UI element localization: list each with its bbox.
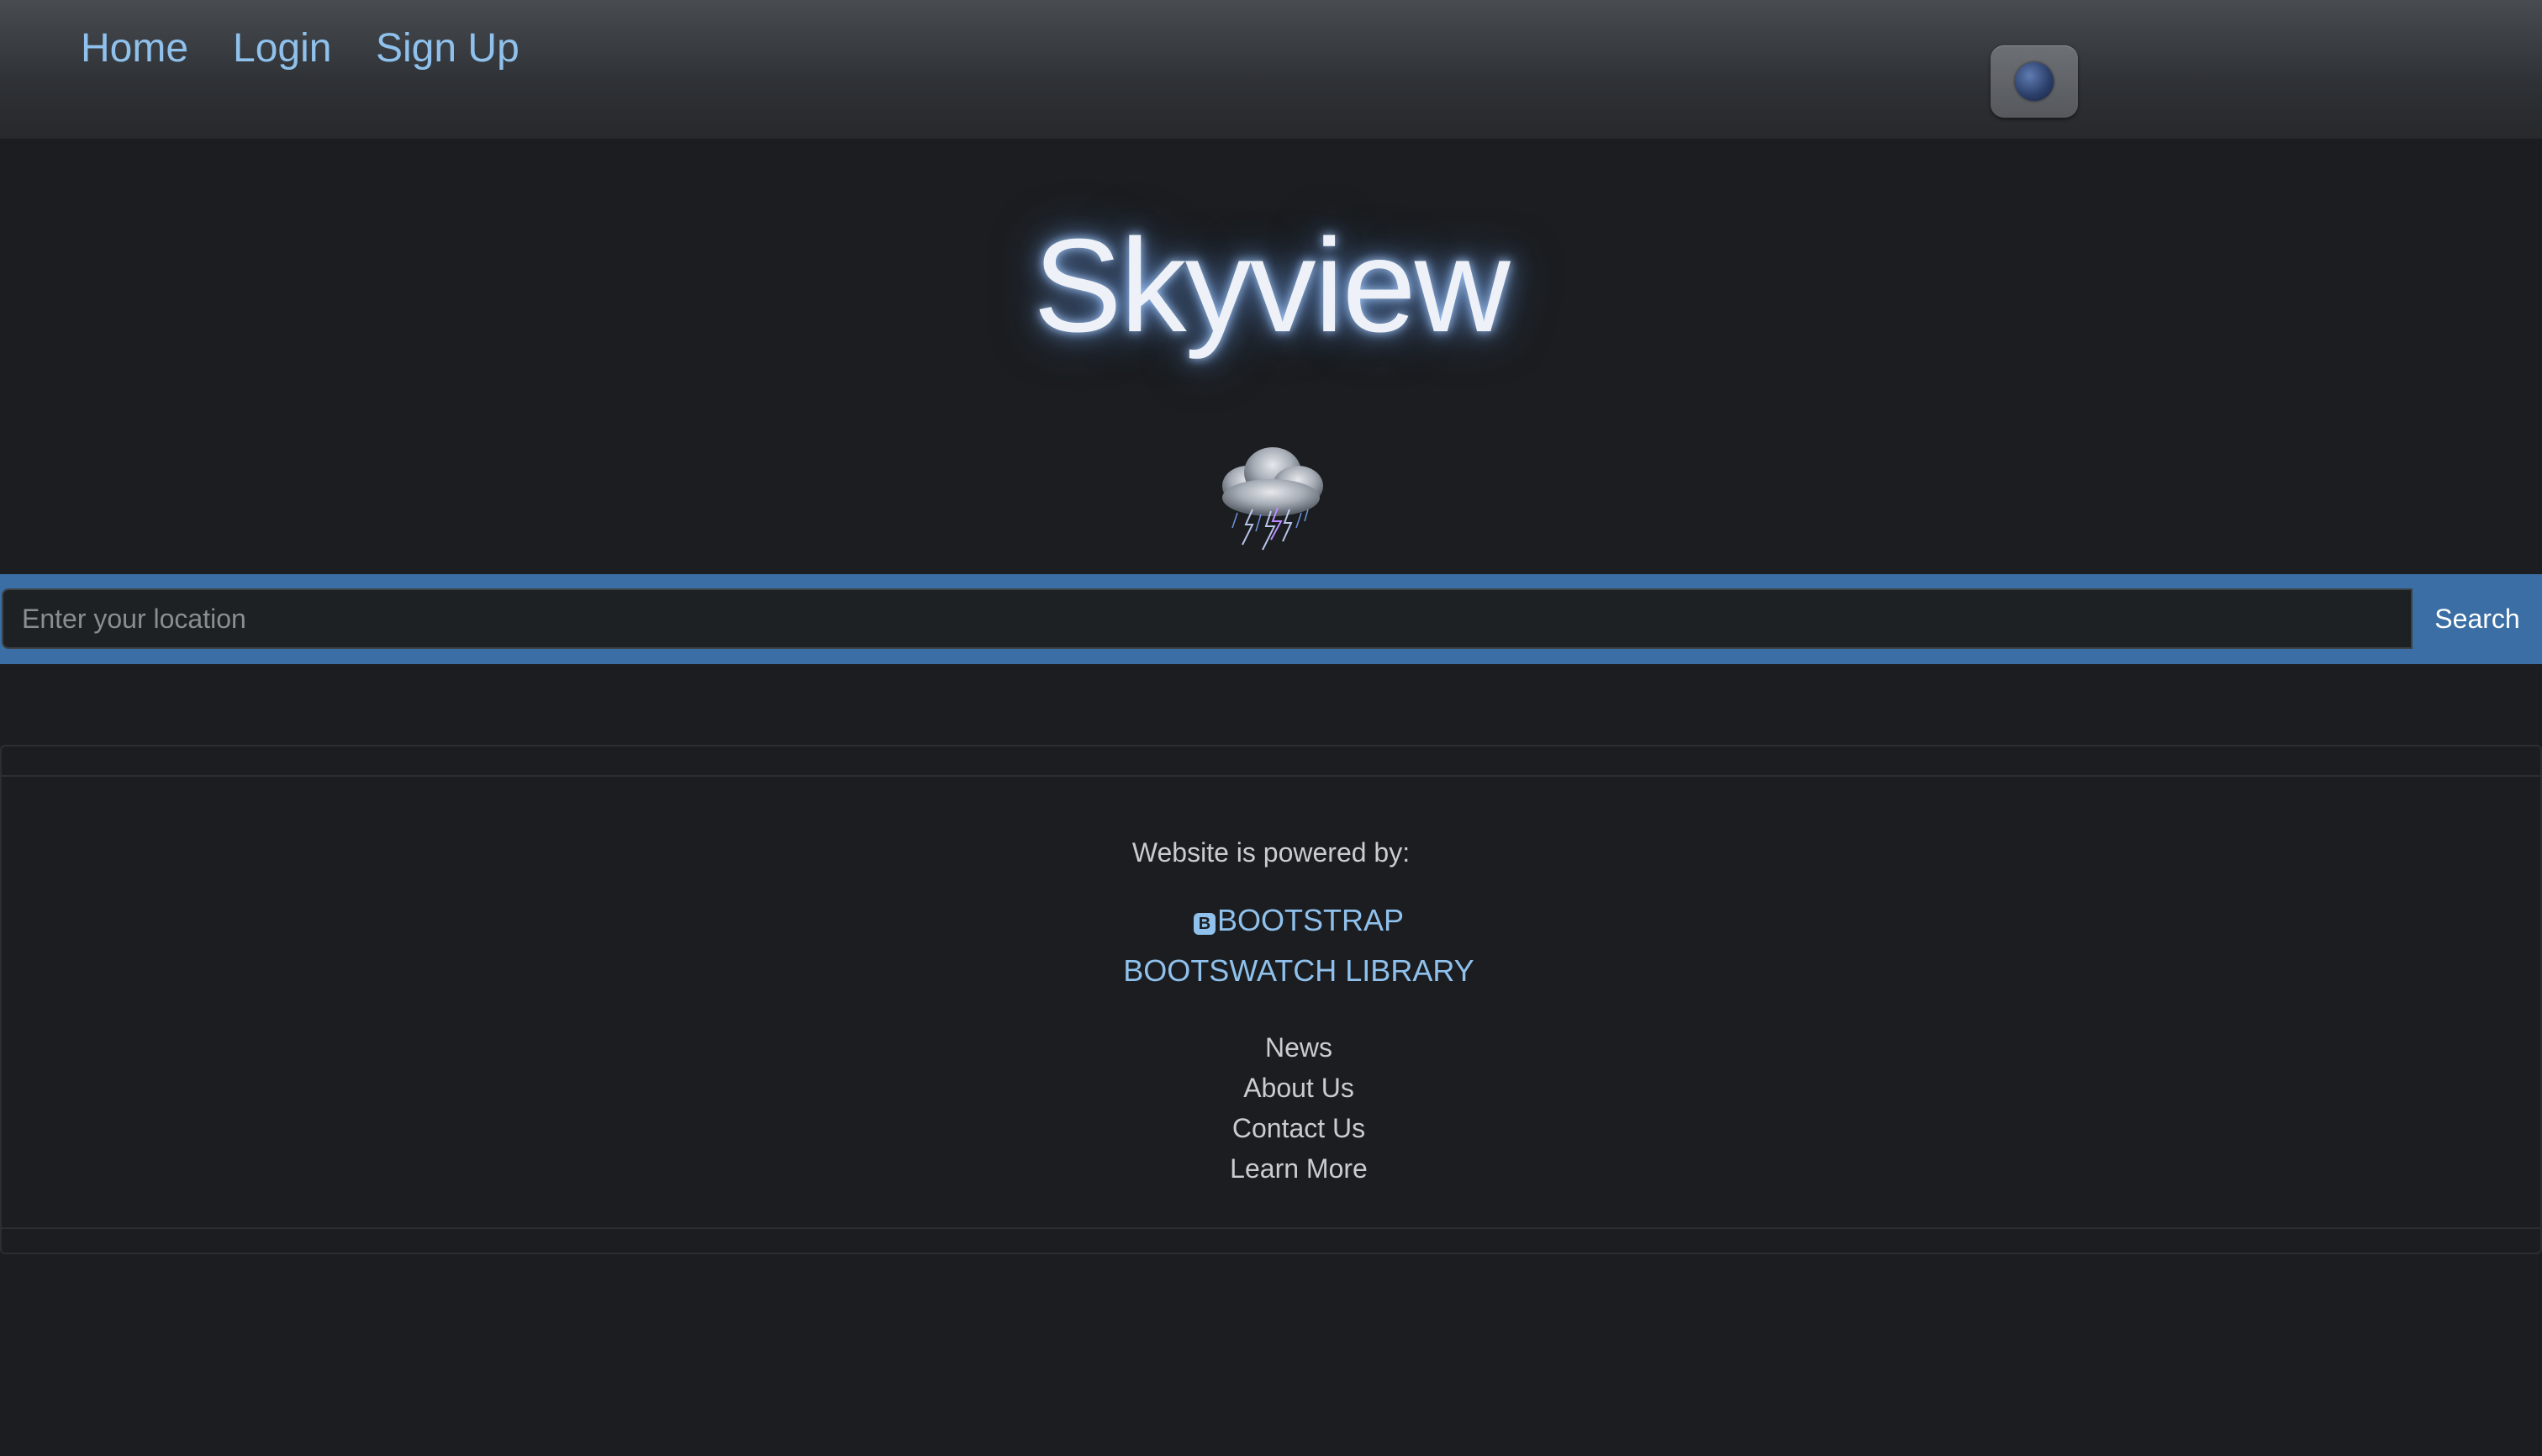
- bootswatch-library-link[interactable]: BOOTSWATCH LIBRARY: [2, 953, 2542, 989]
- footer-learn-more-link[interactable]: Learn More: [2, 1152, 2542, 1185]
- site-title: Skyview: [1033, 212, 1510, 360]
- powered-by-text: Website is powered by:: [1131, 837, 1411, 868]
- thunderstorm-cloud-icon: [1222, 447, 1323, 551]
- footer-news-link[interactable]: News: [2, 1031, 2542, 1064]
- bootstrap-link[interactable]: B BOOTSTRAP: [2, 903, 2542, 938]
- bootstrap-icon: B: [1193, 913, 1216, 935]
- nav-signup-link[interactable]: Sign Up: [376, 24, 519, 74]
- footer-contact-us-link[interactable]: Contact Us: [2, 1111, 2542, 1145]
- location-search-input[interactable]: [2, 588, 2413, 649]
- footer-about-us-link[interactable]: About Us: [2, 1071, 2542, 1105]
- top-navbar: Home Login Sign Up: [0, 0, 2542, 139]
- bootstrap-label: BOOTSTRAP: [1216, 903, 1405, 937]
- footer-body: Website is powered by: B BOOTSTRAP BOOTSW…: [2, 775, 2540, 1229]
- search-bar: Search: [0, 574, 2542, 664]
- search-button[interactable]: Search: [2414, 588, 2540, 649]
- nav-login-link[interactable]: Login: [233, 24, 331, 74]
- theme-toggle-button[interactable]: [1991, 45, 2078, 118]
- footer-card: Website is powered by: B BOOTSTRAP BOOTSW…: [0, 745, 2542, 1254]
- nav-home-link[interactable]: Home: [81, 24, 188, 74]
- moon-icon: [2015, 62, 2054, 101]
